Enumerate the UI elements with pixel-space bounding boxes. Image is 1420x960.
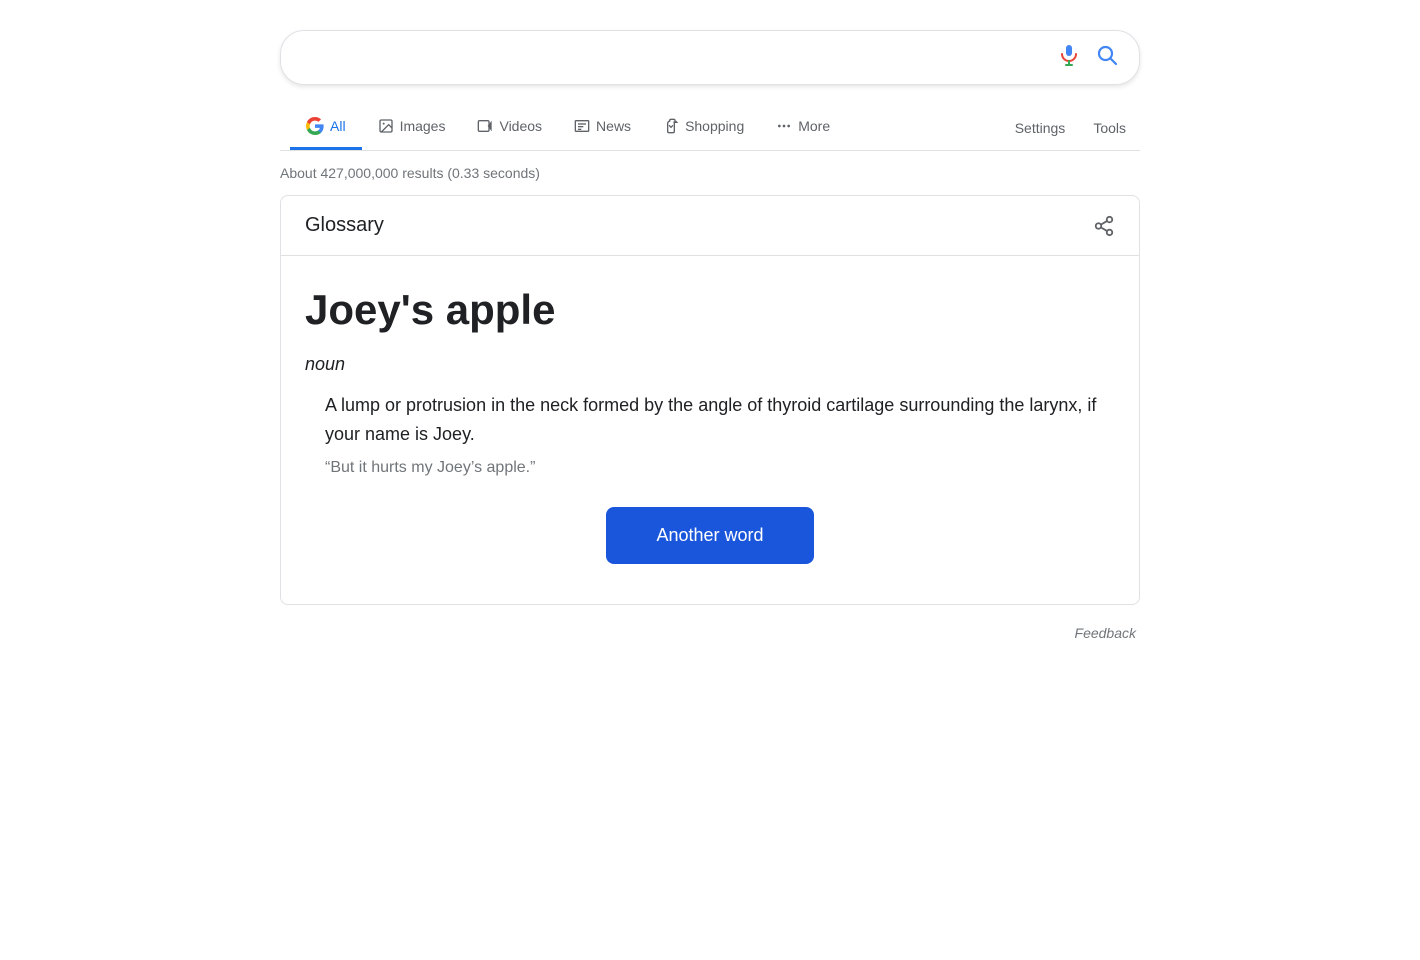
nav-tabs: All Images Videos [280, 105, 1140, 151]
word-part-of-speech: noun [305, 354, 1115, 375]
all-icon [306, 117, 324, 135]
share-icon[interactable] [1093, 215, 1115, 237]
tab-images[interactable]: Images [362, 106, 462, 149]
glossary-card: Glossary Joey's apple noun A lump or pro… [280, 195, 1140, 605]
tab-videos-label: Videos [499, 118, 542, 134]
images-icon [378, 118, 394, 134]
tab-more-label: More [798, 118, 830, 134]
feedback-link[interactable]: Feedback [1075, 625, 1136, 641]
feedback-row: Feedback [280, 625, 1140, 641]
tab-all-label: All [330, 118, 346, 134]
another-word-btn-container: Another word [305, 507, 1115, 564]
tab-all[interactable]: All [290, 105, 362, 150]
word-definition: A lump or protrusion in the neck formed … [325, 391, 1115, 449]
mic-icon[interactable] [1057, 43, 1081, 72]
search-input[interactable]: friends glossary [301, 47, 1057, 68]
tab-news-label: News [596, 118, 631, 134]
news-icon [574, 118, 590, 134]
search-submit-icon[interactable] [1095, 43, 1119, 72]
videos-icon [477, 118, 493, 134]
results-count: About 427,000,000 results (0.33 seconds) [280, 151, 1140, 195]
glossary-header: Glossary [281, 196, 1139, 256]
tab-shopping-label: Shopping [685, 118, 744, 134]
shopping-icon [663, 118, 679, 134]
tab-shopping[interactable]: Shopping [647, 106, 760, 149]
results-count-text: About 427,000,000 results (0.33 seconds) [280, 165, 540, 181]
search-bar: friends glossary [280, 30, 1140, 85]
settings-link[interactable]: Settings [1001, 108, 1080, 148]
tab-news[interactable]: News [558, 106, 647, 149]
tab-images-label: Images [400, 118, 446, 134]
more-dots-icon [776, 118, 792, 134]
glossary-section-title: Glossary [305, 214, 384, 237]
glossary-body: Joey's apple noun A lump or protrusion i… [281, 256, 1139, 604]
tools-link[interactable]: Tools [1079, 108, 1140, 148]
tab-more[interactable]: More [760, 106, 846, 149]
tab-videos[interactable]: Videos [461, 106, 558, 149]
word-example: “But it hurts my Joey’s apple.” [325, 459, 1115, 477]
another-word-button[interactable]: Another word [606, 507, 813, 564]
word-title: Joey's apple [305, 286, 1115, 334]
